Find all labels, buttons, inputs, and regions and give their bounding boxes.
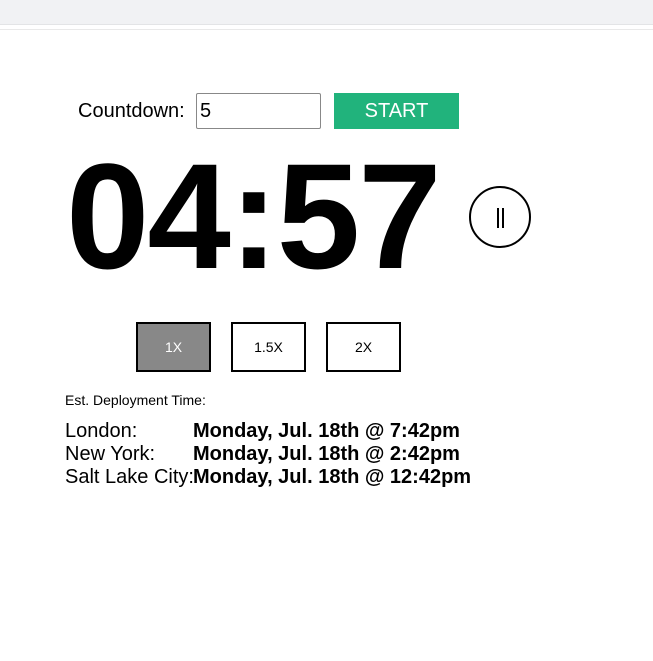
pause-icon xyxy=(502,208,504,228)
deployment-row-salt-lake-city: Salt Lake City:Monday, Jul. 18th @ 12:42… xyxy=(65,466,471,489)
pause-button[interactable] xyxy=(469,186,531,248)
deployment-label: Est. Deployment Time: xyxy=(65,392,206,408)
city-label: London: xyxy=(65,420,138,442)
city-label: Salt Lake City: xyxy=(65,466,194,488)
browser-top-bar xyxy=(0,0,653,25)
deployment-row-london: London: Monday, Jul. 18th @ 7:42pm xyxy=(65,420,471,443)
divider xyxy=(0,29,653,30)
deployment-time: Monday, Jul. 18th @ 7:42pm xyxy=(193,420,460,442)
deployment-time: Monday, Jul. 18th @ 12:42pm xyxy=(193,466,472,488)
deployment-times: London: Monday, Jul. 18th @ 7:42pm New Yo… xyxy=(65,420,471,489)
pause-icon xyxy=(497,208,499,228)
deployment-row-new-york: New York: Monday, Jul. 18th @ 2:42pm xyxy=(65,443,471,466)
speed-2x-button[interactable]: 2X xyxy=(326,322,401,372)
start-button[interactable]: START xyxy=(334,93,459,129)
deployment-time: Monday, Jul. 18th @ 2:42pm xyxy=(193,443,460,465)
city-label: New York: xyxy=(65,443,156,465)
countdown-input[interactable] xyxy=(196,93,321,129)
timer-display: 04:57 xyxy=(66,132,442,300)
speed-1-5x-button[interactable]: 1.5X xyxy=(231,322,306,372)
speed-1x-button[interactable]: 1X xyxy=(136,322,211,372)
countdown-label: Countdown: xyxy=(78,100,185,122)
